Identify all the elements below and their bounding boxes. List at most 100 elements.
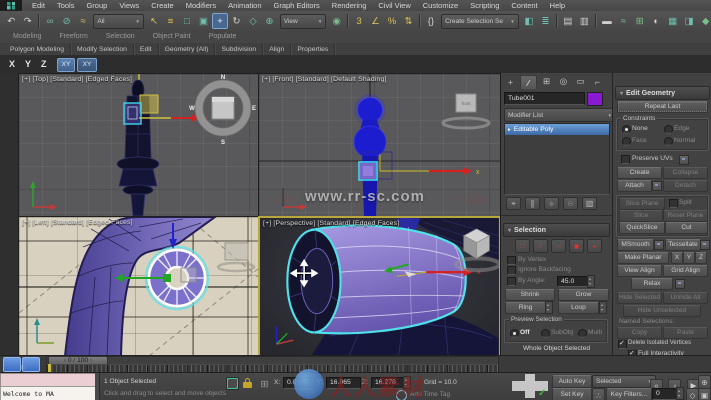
viewport-front[interactable]: [+] [Front] [Standard] [Default Shading]… (258, 73, 501, 217)
constraint-edge-radio[interactable] (664, 125, 673, 134)
gizmo-plane-handle[interactable] (181, 268, 196, 282)
edit-named-selection-sets-icon[interactable]: {} (423, 13, 438, 29)
reference-coordinate-dropdown[interactable]: View (280, 14, 327, 29)
select-and-place-icon[interactable]: ⊕ (262, 13, 277, 29)
ribbon-tab[interactable]: Object Paint (144, 31, 200, 43)
viewcube[interactable] (225, 243, 248, 260)
redo-icon[interactable]: ↷ (20, 13, 35, 29)
menu-item[interactable]: Create (145, 0, 180, 11)
constraint-none-radio[interactable] (622, 125, 631, 134)
make-planar-x-button[interactable]: X (671, 252, 683, 264)
selected-set-dropdown[interactable]: Selected (592, 375, 656, 388)
attach-button[interactable]: Attach (617, 180, 652, 192)
current-frame-field[interactable]: 0 (652, 388, 679, 400)
selection-filter-dropdown[interactable]: All (93, 14, 144, 29)
by-angle-checkbox[interactable] (507, 277, 516, 286)
named-selection-set-dropdown[interactable]: Create Selection Se (441, 14, 519, 29)
ribbon-panel-button[interactable]: Properties (291, 44, 335, 55)
tessellate-button[interactable]: Tessellate (665, 239, 701, 251)
display-tab-icon[interactable]: ▭ (573, 75, 588, 88)
select-object-icon[interactable]: ↖ (146, 13, 161, 29)
max-logo-icon[interactable] (0, 0, 22, 11)
unlink-selection-icon[interactable]: ⊘ (59, 13, 74, 29)
element-subobject-icon[interactable]: ▪ (587, 239, 602, 253)
preview-subobj-radio[interactable] (541, 329, 550, 338)
viewport-front-label[interactable]: [+] [Front] [Standard] [Default Shading] (262, 76, 387, 83)
border-subobject-icon[interactable]: ○ (551, 239, 566, 253)
unhide-all-button[interactable]: Unhide All (663, 292, 708, 304)
constraint-z-button[interactable]: Z (41, 59, 47, 69)
remove-modifier-icon[interactable]: ⊖ (563, 197, 578, 210)
by-vertex-checkbox[interactable] (507, 256, 516, 265)
viewport-top[interactable]: [+] [Top] [Standard] [Edged Faces] x (18, 73, 259, 217)
undo-icon[interactable]: ↶ (4, 13, 19, 29)
constraint-x-button[interactable]: X (9, 59, 15, 69)
reset-plane-button[interactable]: Reset Plane (663, 210, 708, 222)
attach-settings-icon[interactable] (652, 181, 662, 191)
paste-button[interactable]: Paste (663, 327, 708, 339)
repeat-last-button[interactable]: Repeat Last (617, 101, 708, 113)
selection-rollout-header[interactable]: ▾Selection (503, 223, 610, 237)
make-planar-y-button[interactable]: Y (683, 252, 695, 264)
select-and-scale-icon[interactable]: ◇ (245, 13, 260, 29)
ribbon-panel-button[interactable]: Modify Selection (71, 44, 134, 55)
delete-isolated-vertices-checkbox[interactable] (618, 340, 627, 349)
select-and-move-icon[interactable]: + (212, 13, 228, 29)
copy-button[interactable]: Copy (617, 327, 662, 339)
ribbon-panel-button[interactable]: Polygon Modeling (4, 44, 71, 55)
make-planar-button[interactable]: Make Planar (617, 252, 669, 264)
schematic-view-icon[interactable]: ⊞ (632, 13, 647, 29)
material-editor-icon[interactable]: ◐ (648, 13, 663, 29)
split-checkbox[interactable] (669, 199, 678, 208)
absolute-mode-icon[interactable]: ⊞ (257, 376, 273, 392)
select-and-link-icon[interactable]: ∞ (42, 13, 57, 29)
modifier-list-dropdown[interactable]: Modifier List (504, 108, 616, 122)
viewcube[interactable]: front (456, 94, 476, 112)
utilities-tab-icon[interactable]: ⌐ (590, 75, 605, 88)
scene-explorer-icon[interactable]: ▤ (560, 13, 575, 29)
constraint-y-button[interactable]: Y (25, 59, 31, 69)
selection-lock-icon[interactable] (243, 382, 252, 388)
modify-tab-icon[interactable]: ∕ (520, 75, 537, 89)
msmooth-button[interactable]: MSmooth (617, 239, 654, 251)
viewport-left[interactable]: [+] [Left] [Standard] [Edged Faces] (18, 216, 259, 357)
x-coord-field[interactable]: 0.0 (283, 377, 316, 389)
viewport-perspective[interactable]: [+] [Perspective] [Standard] [Edged Face… (258, 216, 501, 357)
preserve-uvs-checkbox[interactable] (621, 155, 630, 164)
msmooth-settings-icon[interactable] (654, 240, 664, 250)
ribbon-tab[interactable]: Modeling (4, 31, 50, 43)
rectangular-selection-region-icon[interactable]: □ (179, 13, 194, 29)
menu-item[interactable]: Civil View (372, 0, 416, 11)
menu-item[interactable]: Rendering (326, 0, 373, 11)
z-coord-spinner[interactable] (403, 376, 411, 389)
frame-spinner[interactable] (676, 387, 684, 400)
align-icon[interactable]: ≣ (538, 13, 553, 29)
hide-unselected-button[interactable]: Hide Unselected (623, 305, 701, 317)
edit-geometry-rollout-header[interactable]: ▾Edit Geometry (615, 86, 710, 100)
menu-item[interactable]: Modifiers (180, 0, 222, 11)
slice-plane-button[interactable]: Slice Plane (619, 198, 665, 210)
make-planar-z-button[interactable]: Z (695, 252, 707, 264)
zoom-icon[interactable]: ⊕ (698, 375, 711, 389)
ignore-backfacing-checkbox[interactable] (507, 266, 516, 275)
preview-multi-radio[interactable] (578, 329, 587, 338)
menu-item[interactable]: Graph Editors (268, 0, 326, 11)
create-tab-icon[interactable]: + (503, 75, 518, 88)
listener-splitter[interactable] (95, 373, 100, 400)
ribbon-panel-button[interactable]: Align (263, 44, 291, 55)
select-by-name-icon[interactable]: ≡ (163, 13, 178, 29)
z-coord-field[interactable]: 16.278 (371, 377, 406, 389)
viewport-top-label[interactable]: [+] [Top] [Standard] [Edged Faces] (22, 76, 132, 83)
relax-button[interactable]: Relax (631, 278, 673, 290)
menu-item[interactable]: Group (80, 0, 113, 11)
detach-button[interactable]: Detach (663, 180, 708, 192)
add-time-tag[interactable]: Add Time Tag (410, 391, 450, 398)
object-color-swatch[interactable] (587, 92, 603, 106)
motion-tab-icon[interactable]: ◎ (556, 75, 571, 88)
ribbon-panel-button[interactable]: Subdivision (215, 44, 263, 55)
ring-button[interactable]: Ring (505, 302, 546, 314)
menu-item[interactable]: Views (113, 0, 145, 11)
make-unique-icon[interactable]: ◈ (544, 197, 559, 210)
ribbon-toggle-icon[interactable]: ▬ (599, 13, 614, 29)
maxscript-listener[interactable]: Welcome to MA (0, 386, 99, 400)
